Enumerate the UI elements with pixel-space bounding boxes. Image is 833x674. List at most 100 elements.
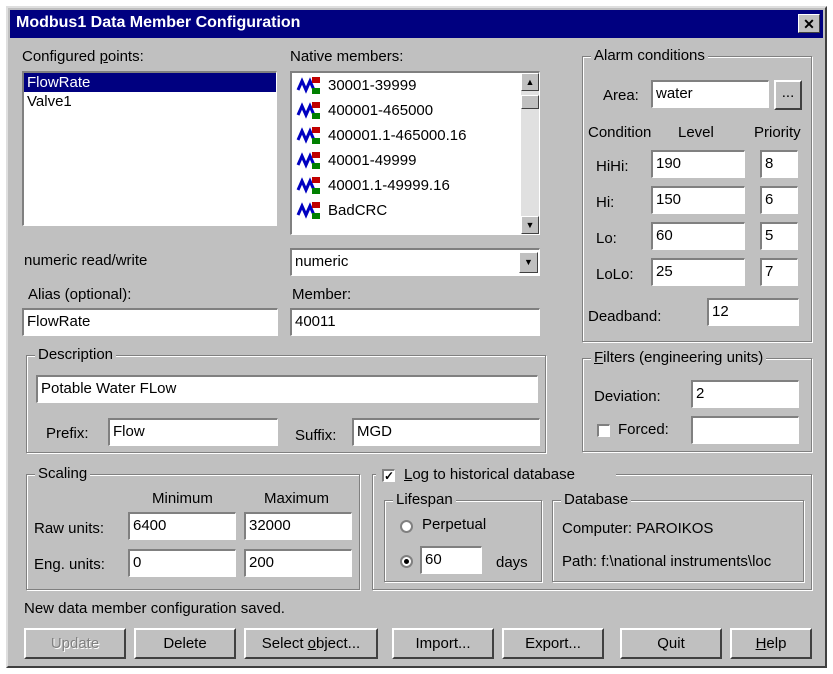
area-field[interactable]: water	[651, 80, 769, 108]
eng-max-field[interactable]: 200	[244, 549, 352, 577]
member-label: 40001.1-49999.16	[328, 177, 450, 194]
deadband-label: Deadband:	[588, 308, 662, 325]
deadband-field[interactable]: 12	[707, 298, 799, 326]
eng-min-field[interactable]: 0	[128, 549, 236, 577]
select-object-button[interactable]: Select object...	[244, 628, 378, 659]
database-computer: Computer: PAROIKOS	[562, 520, 714, 537]
area-browse-button[interactable]: ...	[774, 80, 802, 110]
perpetual-label: Perpetual	[422, 516, 487, 533]
suffix-label: Suffix:	[295, 427, 337, 444]
alarm-condition-label: HiHi:	[596, 158, 629, 175]
data-member-icon	[296, 76, 320, 94]
alarm-group-label: Alarm conditions	[591, 47, 708, 64]
import-button[interactable]: Import...	[392, 628, 494, 659]
scaling-group-label: Scaling	[35, 465, 91, 482]
forced-checkbox[interactable]	[597, 424, 610, 437]
alarm-priority-field[interactable]: 7	[760, 258, 798, 286]
database-path: Path: f:\national instruments\loc	[562, 553, 772, 570]
type-text: numeric read/write	[24, 252, 148, 269]
days-label: days	[496, 554, 528, 571]
window-title: Modbus1 Data Member Configuration	[16, 14, 301, 31]
scroll-up-button[interactable]: ▲	[521, 73, 539, 91]
prefix-label: Prefix:	[46, 425, 89, 442]
alarm-level-field[interactable]: 190	[651, 150, 745, 178]
description-group-label: Description	[35, 346, 117, 363]
delete-button[interactable]: Delete	[134, 628, 236, 659]
data-member-icon	[296, 151, 320, 169]
list-item[interactable]: 40001-49999	[292, 148, 539, 173]
list-item[interactable]: BadCRC	[292, 198, 539, 223]
status-text: New data member configuration saved.	[24, 600, 285, 617]
description-field[interactable]: Potable Water FLow	[36, 375, 538, 403]
raw-units-label: Raw units:	[34, 520, 105, 537]
forced-label: Forced:	[618, 421, 669, 438]
alias-label: Alias (optional):	[28, 286, 132, 303]
alarm-level-field[interactable]: 25	[651, 258, 745, 286]
database-group-label: Database	[561, 491, 632, 508]
data-member-icon	[296, 101, 320, 119]
scroll-down-button[interactable]: ▼	[521, 216, 539, 234]
days-radio[interactable]	[400, 555, 413, 568]
alias-field[interactable]: FlowRate	[22, 308, 278, 336]
suffix-field[interactable]: MGD	[352, 418, 540, 446]
dialog-window: Modbus1 Data Member Configuration ✕ Conf…	[6, 6, 827, 668]
title-bar[interactable]: Modbus1 Data Member Configuration ✕	[10, 10, 823, 38]
chevron-down-icon[interactable]: ▼	[519, 252, 538, 273]
alarm-condition-label: LoLo:	[596, 266, 634, 283]
type-select-value: numeric	[295, 253, 349, 270]
member-label: Member:	[292, 286, 352, 303]
raw-min-field[interactable]: 6400	[128, 512, 236, 540]
list-item[interactable]: 400001-465000	[292, 98, 539, 123]
native-members-scrollbar[interactable]: ▲ ▼	[521, 73, 539, 234]
deviation-label: Deviation:	[594, 388, 661, 405]
member-label: 30001-39999	[328, 77, 417, 94]
type-select[interactable]: numeric ▼	[290, 248, 540, 276]
member-label: 400001.1-465000.16	[328, 127, 467, 144]
native-members-label: Native members:	[290, 48, 404, 65]
log-historical-label: Log to historical database	[404, 466, 575, 483]
deviation-field[interactable]: 2	[691, 380, 799, 408]
alarm-level-field[interactable]: 150	[651, 186, 745, 214]
configured-points-label: Configured points:	[22, 48, 144, 65]
data-member-icon	[296, 176, 320, 194]
alarm-priority-field[interactable]: 6	[760, 186, 798, 214]
member-field[interactable]: 40011	[290, 308, 540, 336]
native-members-list[interactable]: 30001-39999 400001-465000 400001.1-465000.…	[290, 71, 540, 235]
filters-group-label: Filters (engineering units)	[591, 349, 767, 366]
raw-max-field[interactable]: 32000	[244, 512, 352, 540]
data-member-icon	[296, 201, 320, 219]
lifespan-group-label: Lifespan	[393, 491, 456, 508]
log-historical-checkbox[interactable]: ✓	[382, 469, 395, 482]
alarm-level-field[interactable]: 60	[651, 222, 745, 250]
export-button[interactable]: Export...	[502, 628, 604, 659]
radio-dot	[404, 559, 409, 564]
list-item[interactable]: FlowRate	[24, 73, 276, 92]
level-header: Level	[678, 124, 714, 141]
priority-header: Priority	[754, 124, 801, 141]
close-button[interactable]: ✕	[798, 14, 820, 33]
member-label: BadCRC	[328, 202, 388, 219]
list-item[interactable]: 40001.1-49999.16	[292, 173, 539, 198]
member-label: 40001-49999	[328, 152, 417, 169]
alarm-priority-field[interactable]: 5	[760, 222, 798, 250]
prefix-field[interactable]: Flow	[108, 418, 278, 446]
maximum-header: Maximum	[264, 490, 330, 507]
alarm-priority-field[interactable]: 8	[760, 150, 798, 178]
eng-units-label: Eng. units:	[34, 556, 105, 573]
list-item[interactable]: 400001.1-465000.16	[292, 123, 539, 148]
days-field[interactable]: 60	[420, 546, 482, 574]
help-button[interactable]: Help	[730, 628, 812, 659]
update-button[interactable]: Update	[24, 628, 126, 659]
quit-button[interactable]: Quit	[620, 628, 722, 659]
member-label: 400001-465000	[328, 102, 434, 119]
list-item[interactable]: Valve1	[24, 92, 276, 111]
list-item[interactable]: 30001-39999	[292, 73, 539, 98]
forced-field[interactable]	[691, 416, 799, 444]
data-member-icon	[296, 126, 320, 144]
minimum-header: Minimum	[152, 490, 213, 507]
alarm-condition-label: Lo:	[596, 230, 617, 247]
configured-points-list[interactable]: FlowRate Valve1	[22, 71, 277, 226]
perpetual-radio[interactable]	[400, 520, 413, 533]
condition-header: Condition	[588, 124, 652, 141]
scroll-thumb[interactable]	[521, 95, 539, 109]
